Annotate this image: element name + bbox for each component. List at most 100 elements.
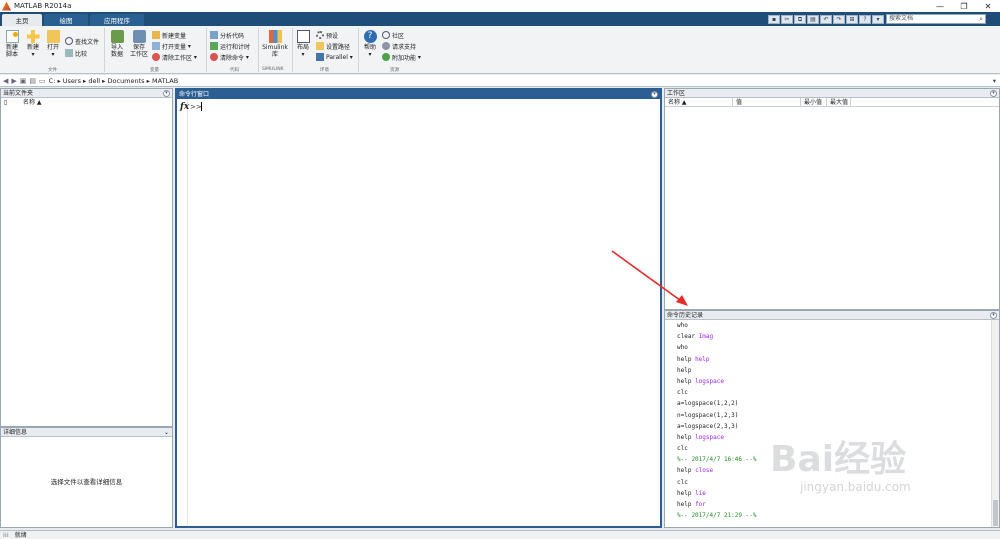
history-command: clear (677, 333, 699, 341)
history-command: clc (677, 478, 688, 486)
preferences-button[interactable]: 预设 (316, 30, 338, 40)
close-icon[interactable]: ✕ (976, 0, 1000, 12)
help-icon[interactable]: ? (859, 15, 871, 24)
set-path-button[interactable]: 设置路径 (316, 41, 350, 51)
status-bar: ⁞⁞⁞ 就绪 (0, 530, 1000, 539)
history-line[interactable]: a=logspace(1,2,2) (665, 398, 991, 409)
status-grid-icon[interactable]: ⁞⁞⁞ (3, 532, 9, 539)
open-variable-icon (152, 42, 160, 50)
layout-icon (296, 30, 310, 43)
history-scrollbar[interactable] (991, 320, 999, 527)
new-variable-button[interactable]: 新建变量 (152, 30, 186, 40)
undo-icon[interactable]: ↶ (820, 15, 832, 24)
back-arrow-icon[interactable]: ◀ (3, 77, 8, 85)
search-icon[interactable]: ⌕ (979, 15, 983, 23)
parallel-button[interactable]: Parallel ▾ (316, 52, 353, 62)
panel-menu-icon[interactable]: ▾ (990, 312, 997, 319)
open-button[interactable]: 打开 ▾ (44, 30, 62, 58)
up-folder-icon[interactable]: ▣ (20, 77, 27, 85)
function-browser-icon[interactable]: fx (180, 102, 189, 112)
current-folder-panel: 当前文件夹 ▾ ▯ 名称 ▲ (0, 88, 173, 427)
redo-icon[interactable]: ↷ (833, 15, 845, 24)
clear-commands-button[interactable]: 清除命令 ▾ (210, 52, 249, 62)
collapse-chevron-icon[interactable]: ⌄ (164, 428, 169, 437)
search-documentation-input[interactable]: 搜索文档 ⌕ (886, 14, 986, 24)
history-line[interactable]: clc (665, 387, 991, 398)
watermark-logo: Bai经验 (770, 439, 907, 480)
history-command: help (677, 377, 696, 385)
name-column-header[interactable]: ▯ 名称 ▲ (1, 98, 172, 108)
layout-button[interactable]: 布局 ▾ (294, 30, 312, 58)
new-button[interactable]: 新建 ▾ (24, 30, 42, 58)
help-button[interactable]: ? 帮助 ▾ (362, 30, 378, 58)
browse-folder-icon[interactable]: ▤ (29, 77, 36, 85)
panel-menu-icon[interactable]: ▾ (651, 91, 658, 98)
history-command: help (677, 489, 696, 497)
open-variable-button[interactable]: 打开变量 ▾ (152, 41, 191, 51)
copy-icon[interactable]: ⧉ (794, 15, 806, 24)
status-text: 就绪 (14, 532, 27, 539)
history-line[interactable]: help (665, 365, 991, 376)
panel-menu-icon[interactable]: ▾ (163, 90, 170, 97)
switch-windows-icon[interactable]: ⊞ (846, 15, 858, 24)
history-command: a=logspace(1,2,2) (677, 400, 739, 408)
tab-plots[interactable]: 绘图 (44, 14, 88, 26)
find-files-button[interactable]: 查找文件 (65, 36, 99, 46)
save-workspace-button[interactable]: 保存 工作区 (128, 30, 150, 58)
request-support-icon (382, 42, 390, 50)
breadcrumb[interactable]: C: ▸ Users ▸ dell ▸ Documents ▸ MATLAB (49, 77, 179, 85)
column-value[interactable]: 值 (733, 98, 801, 106)
analyze-code-button[interactable]: 分析代码 (210, 30, 244, 40)
chevron-down-icon[interactable]: ▾ (993, 77, 996, 85)
folder-icon: ▭ (39, 76, 46, 85)
preferences-gear-icon (316, 31, 324, 39)
maximize-icon[interactable]: ❐ (952, 0, 976, 12)
community-button[interactable]: 社区 (382, 30, 404, 40)
command-window[interactable]: 命令行窗口 ▾ fx >> (175, 88, 662, 528)
tab-home[interactable]: 主页 (2, 14, 42, 26)
simulink-library-button[interactable]: Simulink 库 (262, 30, 288, 58)
history-argument: help (695, 355, 710, 363)
column-max[interactable]: 最大值 (827, 98, 851, 106)
forward-arrow-icon[interactable]: ▶ (11, 77, 16, 85)
history-command: who (677, 322, 688, 329)
history-line[interactable]: n=logspace(1,2,3) (665, 410, 991, 421)
panel-menu-icon[interactable]: ▾ (990, 90, 997, 97)
group-label-resources: 资源 (390, 68, 399, 73)
history-line[interactable]: help help (665, 354, 991, 365)
tab-apps[interactable]: 应用程序 (90, 14, 144, 26)
clear-workspace-icon (152, 53, 160, 61)
run-and-time-icon (210, 42, 218, 50)
history-line[interactable]: who (665, 320, 991, 331)
history-command: clc (677, 445, 688, 453)
paste-icon[interactable]: ▤ (807, 15, 819, 24)
workspace-column-headers: 名称 ▲ 值 最小值 最大值 (665, 98, 999, 107)
compare-button[interactable]: 比较 (65, 48, 87, 58)
history-line[interactable]: %-- 2017/4/7 21:29 --% (665, 510, 991, 521)
import-data-button[interactable]: 导入 数据 (107, 30, 127, 58)
new-script-button[interactable]: 新建 脚本 (2, 30, 22, 58)
addons-button[interactable]: 附加功能 ▾ (382, 52, 421, 62)
request-support-button[interactable]: 请求支持 (382, 41, 416, 51)
title-bar: MATLAB R2014a — ❐ ✕ (0, 0, 1000, 12)
ribbon: 新建 脚本 新建 ▾ 打开 ▾ 查找文件 比较 文件 导入 数据 保存 工作区 … (0, 26, 1000, 74)
cut-icon[interactable]: ✂ (781, 15, 793, 24)
run-and-time-button[interactable]: 运行和计时 (210, 41, 250, 51)
save-icon[interactable]: ▪ (768, 15, 780, 24)
history-line[interactable]: clear Imag (665, 331, 991, 342)
column-name[interactable]: 名称 ▲ (665, 98, 733, 106)
simulink-icon (268, 30, 282, 43)
arrow-line (611, 250, 685, 304)
parallel-icon (316, 53, 324, 61)
history-command: who (677, 344, 688, 352)
history-line[interactable]: who (665, 342, 991, 353)
minimize-icon[interactable]: — (928, 0, 952, 12)
current-folder-header: 当前文件夹 ▾ (1, 89, 172, 98)
history-line[interactable]: help for (665, 499, 991, 510)
text-caret (201, 102, 202, 111)
column-min[interactable]: 最小值 (801, 98, 827, 106)
history-line[interactable]: help logspace (665, 376, 991, 387)
scrollbar-thumb[interactable] (993, 500, 998, 526)
pin-icon[interactable]: ▾ (872, 15, 884, 24)
clear-workspace-button[interactable]: 清除工作区 ▾ (152, 52, 197, 62)
